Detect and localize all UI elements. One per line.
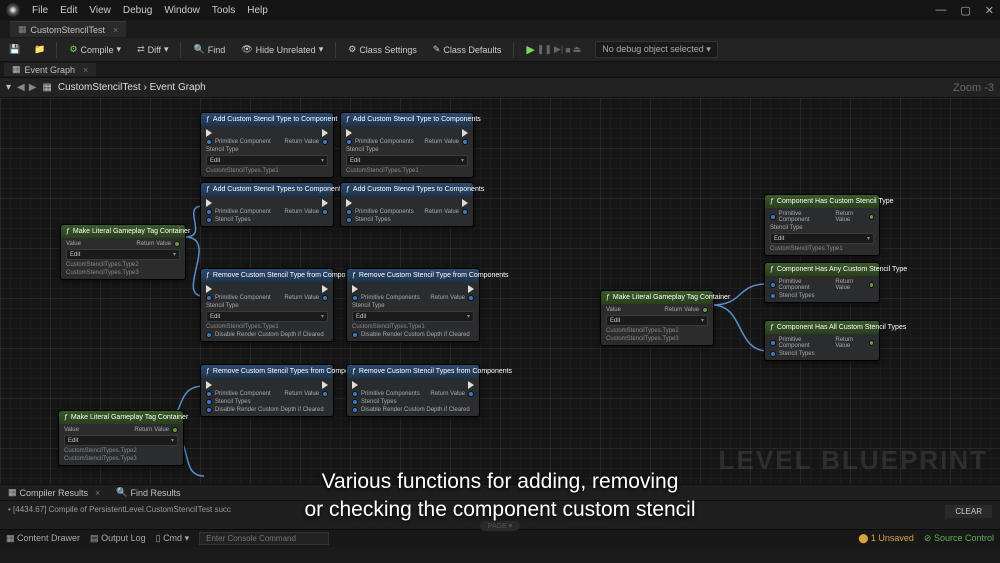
cmd-label: ▯ Cmd ▾ <box>156 533 190 544</box>
blueprint-icon: ▦ <box>18 24 27 35</box>
nav-fwd-button[interactable]: ▶ <box>29 82 37 93</box>
menu-file[interactable]: File <box>32 5 48 16</box>
window-min-button[interactable]: — <box>935 4 946 17</box>
console-input[interactable] <box>199 532 329 545</box>
zoom-indicator: Zoom -3 <box>953 82 994 94</box>
unsaved-indicator[interactable]: ⬤ 1 Unsaved <box>858 533 914 544</box>
graph-tab-row: ▦ Event Graph × <box>0 62 1000 78</box>
node-add-types-multi[interactable]: ƒAdd Custom Stencil Types to Components … <box>340 182 474 227</box>
node-has-any-type[interactable]: ƒComponent Has Any Custom Stencil Type P… <box>764 262 880 303</box>
toolbar: 💾 📁 ⚙Compile ▾ ⇄Diff ▾ 🔍Find 👁Hide Unrel… <box>0 38 1000 62</box>
window-close-button[interactable]: ✕ <box>985 4 994 17</box>
main-menu: File Edit View Debug Window Tools Help <box>32 5 268 16</box>
ue-logo-icon <box>6 3 20 17</box>
graph-icon: ▦ <box>12 64 21 75</box>
hide-unrelated-button[interactable]: 👁Hide Unrelated ▾ <box>237 42 327 57</box>
asset-tab-row: ▦ CustomStencilTest × <box>0 20 1000 38</box>
node-tag-container-1[interactable]: ƒMake Literal Gameplay Tag Container Val… <box>60 224 186 280</box>
compile-message: [4434.67] Compile of PersistentLevel.Cus… <box>13 505 231 514</box>
node-tag-container-3[interactable]: ƒMake Literal Gameplay Tag Container Val… <box>600 290 714 346</box>
eject-button[interactable]: ⏏ <box>573 44 582 55</box>
menu-edit[interactable]: Edit <box>60 5 77 16</box>
node-add-type-multi[interactable]: ƒAdd Custom Stencil Type to Components P… <box>340 112 474 178</box>
node-remove-type-single[interactable]: ƒRemove Custom Stencil Type from Compone… <box>200 268 334 342</box>
pause-button[interactable]: ❚❚ <box>537 44 552 55</box>
browse-button[interactable]: 📁 <box>31 42 48 57</box>
node-add-types-single[interactable]: ƒAdd Custom Stencil Types to Component P… <box>200 182 334 227</box>
graph-home-icon[interactable]: ▦ <box>42 82 51 93</box>
menu-tools[interactable]: Tools <box>212 5 235 16</box>
stop-button[interactable]: ■ <box>565 45 570 55</box>
compiler-results-tab[interactable]: ▦ Compiler Results × <box>4 486 104 499</box>
close-graph-tab-icon[interactable]: × <box>83 65 88 75</box>
node-remove-type-multi[interactable]: ƒRemove Custom Stencil Type from Compone… <box>346 268 480 342</box>
breadcrumb: ▾ ◀ ▶ ▦ CustomStencilTest › Event Graph … <box>0 78 1000 98</box>
event-graph-tab[interactable]: ▦ Event Graph × <box>4 63 96 76</box>
compile-button[interactable]: ⚙Compile ▾ <box>65 42 125 57</box>
content-drawer-button[interactable]: ▦ Content Drawer <box>6 533 80 544</box>
step-button[interactable]: ▶| <box>554 44 563 55</box>
graph-watermark: LEVEL BLUEPRINT <box>719 445 988 476</box>
close-tab-icon[interactable]: × <box>113 25 118 35</box>
node-remove-types-single[interactable]: ƒRemove Custom Stencil Types from Compon… <box>200 364 334 417</box>
window-max-button[interactable]: ▢ <box>960 4 970 17</box>
titlebar: File Edit View Debug Window Tools Help —… <box>0 0 1000 20</box>
menu-debug[interactable]: Debug <box>123 5 152 16</box>
nav-menu-icon[interactable]: ▾ <box>6 82 11 93</box>
node-add-type-single[interactable]: ƒAdd Custom Stencil Type to Component Pr… <box>200 112 334 178</box>
node-remove-types-multi[interactable]: ƒRemove Custom Stencil Types from Compon… <box>346 364 480 417</box>
clear-button[interactable]: CLEAR <box>945 505 992 518</box>
asset-tab-label: CustomStencilTest <box>31 25 106 35</box>
asset-tab[interactable]: ▦ CustomStencilTest × <box>10 21 126 37</box>
statusbar: ▦ Content Drawer ▤ Output Log ▯ Cmd ▾ ⬤ … <box>0 529 1000 547</box>
find-button[interactable]: 🔍Find <box>189 42 229 57</box>
source-control-button[interactable]: ⊘ Source Control <box>924 533 994 544</box>
nav-back-button[interactable]: ◀ <box>17 82 25 93</box>
node-tag-container-2[interactable]: ƒMake Literal Gameplay Tag Container Val… <box>58 410 184 466</box>
class-settings-button[interactable]: ⚙Class Settings <box>344 42 421 57</box>
save-button[interactable]: 💾 <box>6 42 23 57</box>
caption-overlay: Various functions for adding, removing o… <box>304 468 695 523</box>
menu-help[interactable]: Help <box>247 5 268 16</box>
menu-view[interactable]: View <box>89 5 111 16</box>
debug-object-select[interactable]: No debug object selected ▾ <box>595 41 718 58</box>
graph-canvas[interactable]: ƒAdd Custom Stencil Type to Component Pr… <box>0 98 1000 484</box>
menu-window[interactable]: Window <box>164 5 200 16</box>
play-button[interactable]: ▶ <box>526 43 534 56</box>
node-has-all-types[interactable]: ƒComponent Has All Custom Stencil Types … <box>764 320 880 361</box>
diff-button[interactable]: ⇄Diff ▾ <box>133 42 172 57</box>
find-results-tab[interactable]: 🔍 Find Results <box>112 486 184 499</box>
node-has-type[interactable]: ƒComponent Has Custom Stencil Type Primi… <box>764 194 880 256</box>
class-defaults-button[interactable]: ✎Class Defaults <box>429 42 506 57</box>
output-log-button[interactable]: ▤ Output Log <box>90 533 146 544</box>
